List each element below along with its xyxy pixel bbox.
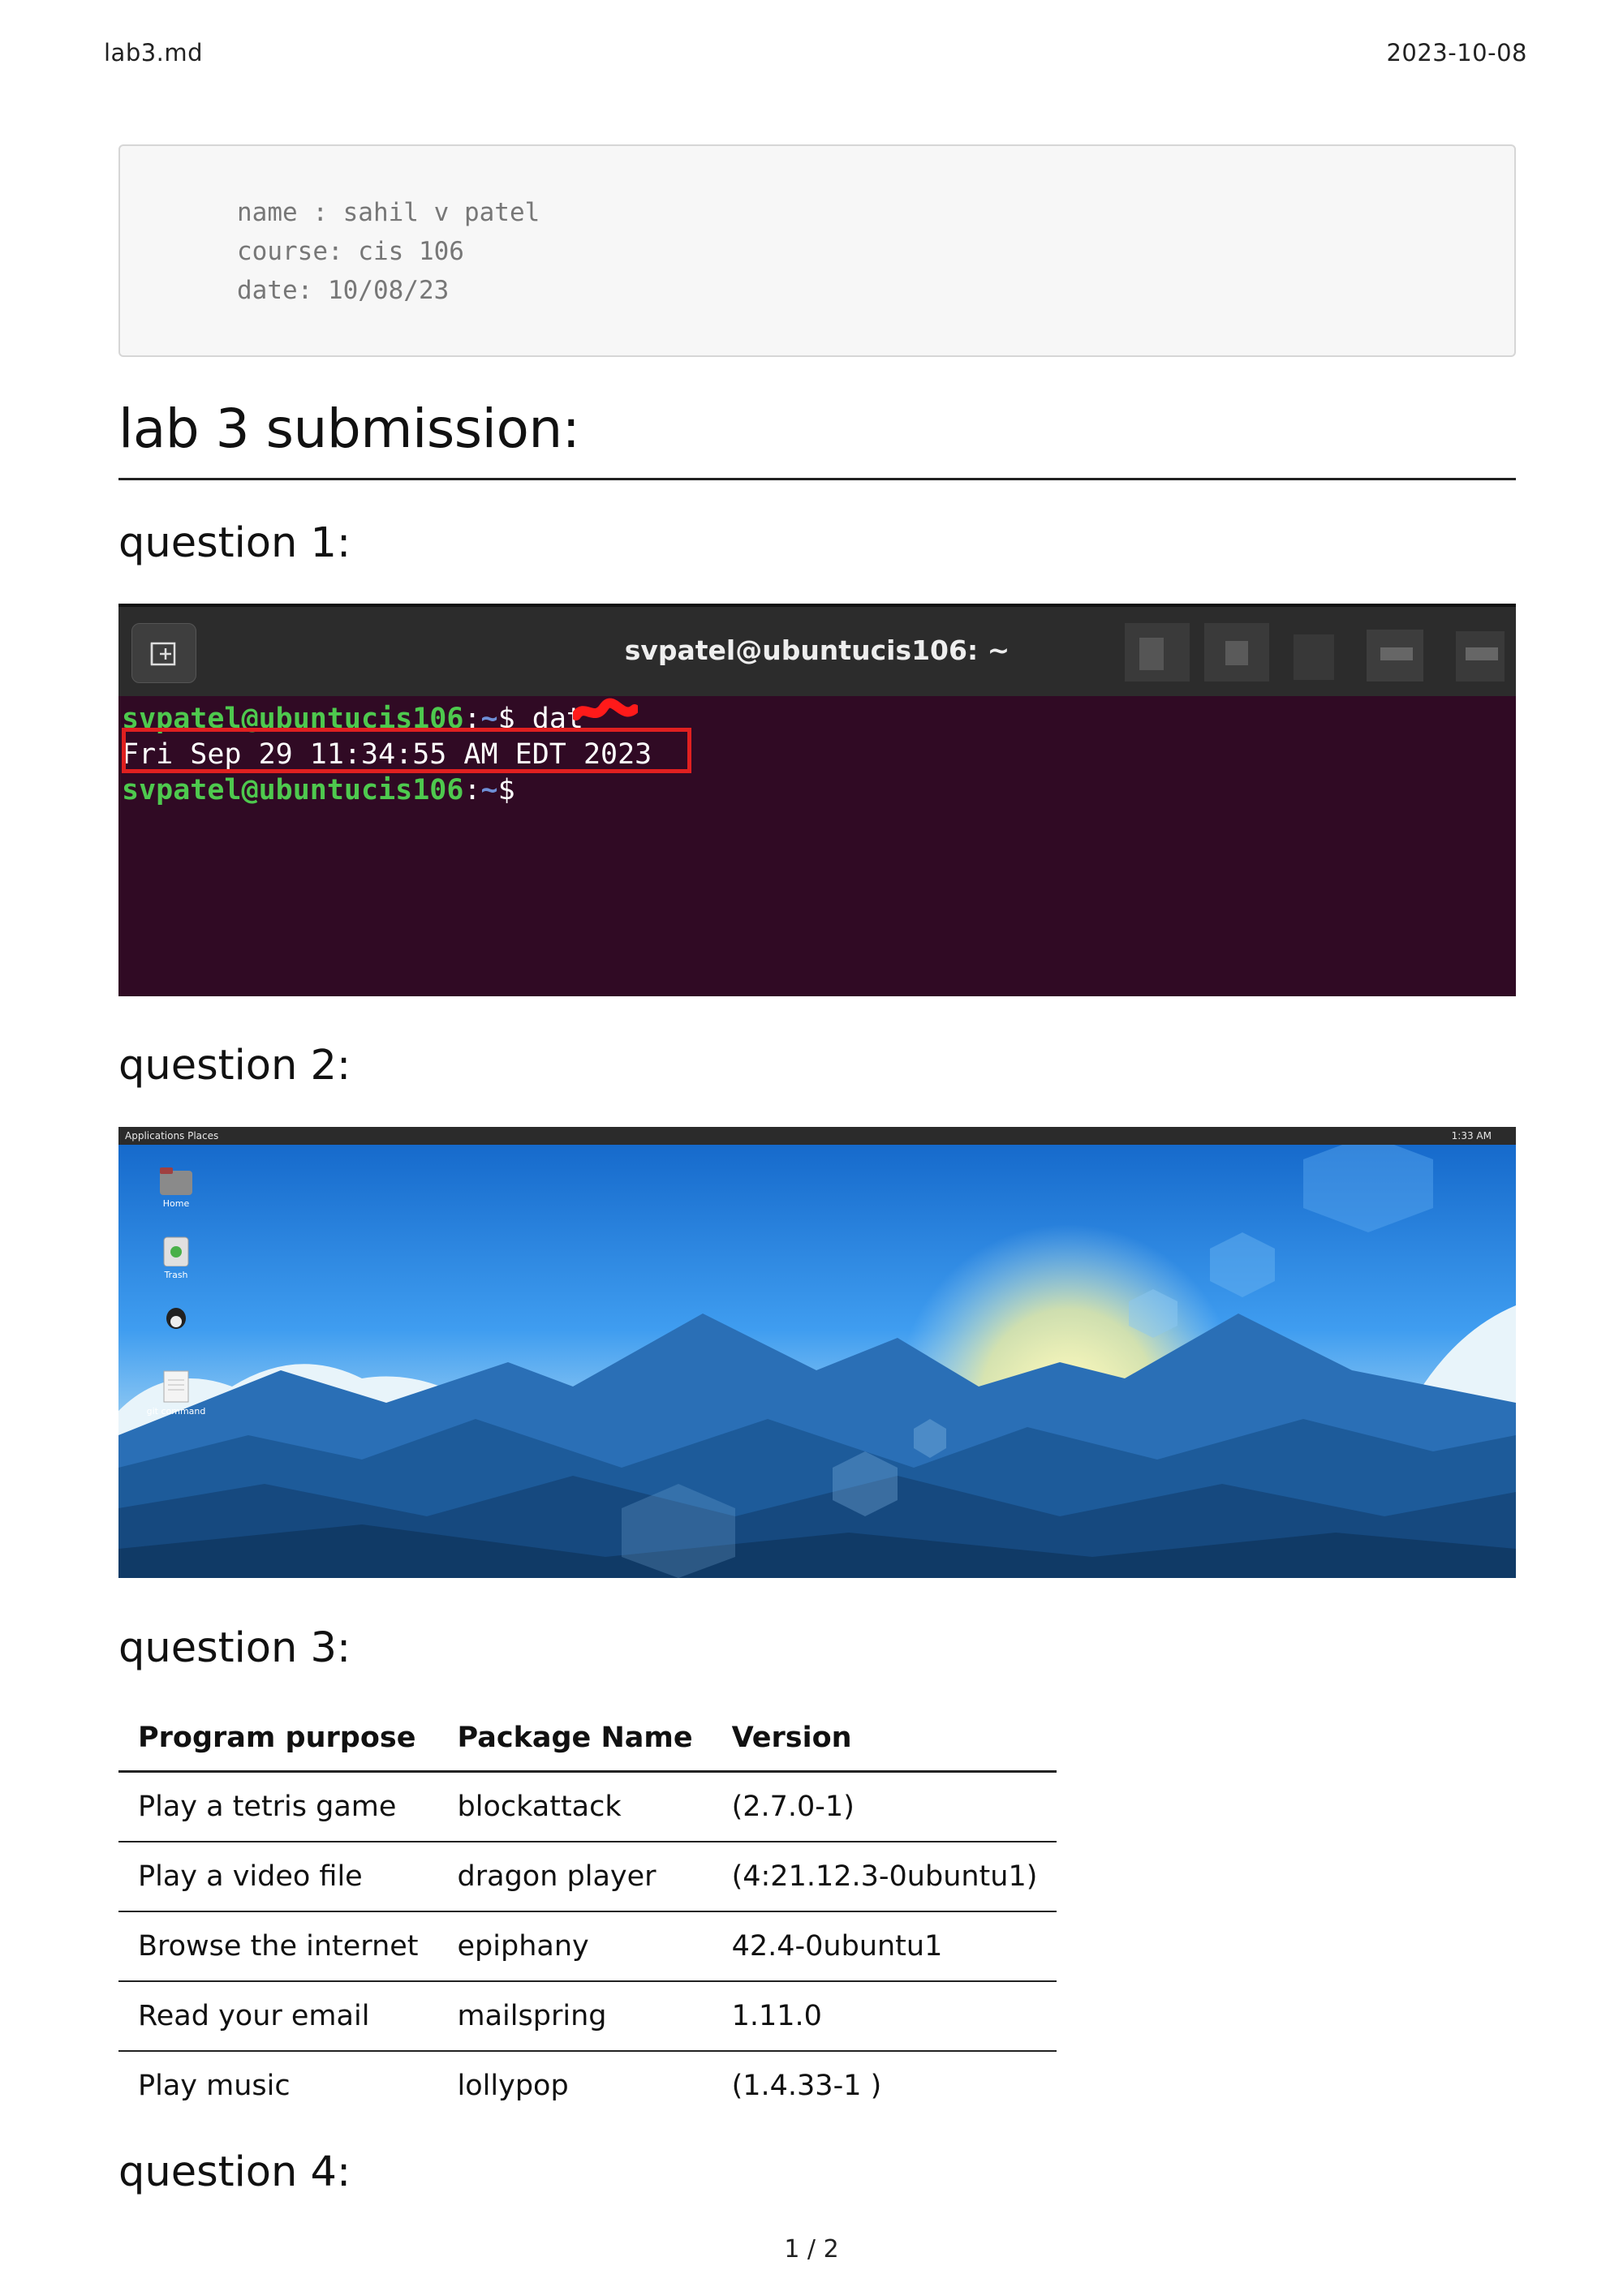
pixelated-window-controls-icon xyxy=(1125,623,1505,681)
prompt-dir-2: ~ xyxy=(480,774,498,806)
question-2-heading: question 2: xyxy=(118,1042,351,1090)
code-line-name: name : sahil v patel xyxy=(237,198,540,227)
trash-icon xyxy=(163,1236,189,1266)
code-block: name : sahil v patel course: cis 106 dat… xyxy=(118,144,1516,357)
table-cell: 42.4-0ubuntu1 xyxy=(712,1911,1057,1982)
prompt-sep-2: : xyxy=(463,774,481,806)
table-cell: 1.11.0 xyxy=(712,1981,1057,2052)
terminal-screenshot: svpatel@ubuntucis106: ~ svpatel@ubuntuci… xyxy=(118,604,1516,996)
code-line-course: course: cis 106 xyxy=(237,237,464,266)
prompt-dollar-2: $ xyxy=(497,774,515,806)
desktop-icon-label: git command xyxy=(146,1406,206,1417)
table-cell: Play a tetris game xyxy=(118,1771,438,1842)
desktop-icon-label: Home xyxy=(162,1198,190,1209)
table-cell: Play music xyxy=(138,2070,291,2102)
table-header-cell: Package Name xyxy=(437,1705,712,1773)
table-row: Play a tetris game blockattack (2.7.0-1) xyxy=(118,1771,1057,1842)
highlight-box xyxy=(122,728,691,773)
red-scribble-icon xyxy=(573,698,638,720)
table-row: Browse the internet epiphany 42.4-0ubunt… xyxy=(118,1911,1057,1982)
table-header-cell: Program purpose xyxy=(118,1705,438,1773)
table-cell: lollypop xyxy=(457,2070,569,2102)
tux-icon xyxy=(166,1308,186,1329)
terminal-titlebar: svpatel@ubuntucis106: ~ xyxy=(118,604,1516,696)
home-folder-icon xyxy=(160,1167,192,1195)
table-cell: Read your email xyxy=(118,1981,438,2052)
code-line-date: date: 10/08/23 xyxy=(237,276,450,305)
prompt-user-2: svpatel@ubuntucis106 xyxy=(122,774,464,806)
desktop-screenshot: Applications Places 1:33 AM Home Trash g… xyxy=(118,1127,1516,1578)
table-row: Play a video file dragon player (4:21.12… xyxy=(118,1842,1057,1912)
table-row: Read your email mailspring 1.11.0 xyxy=(118,1981,1057,2052)
table-cell: (2.7.0-1) xyxy=(712,1771,1057,1842)
table-header-row: Program purpose Package Name Version xyxy=(118,1705,1057,1773)
question-1-heading: question 1: xyxy=(118,519,351,567)
desktop-icon-git-command[interactable]: git command xyxy=(140,1370,213,1417)
table-cell: blockattack xyxy=(437,1771,712,1842)
top-panel: Applications Places 1:33 AM xyxy=(118,1127,1516,1145)
filename-label: lab3.md xyxy=(104,39,204,67)
date-label: 2023-10-08 xyxy=(1386,39,1527,67)
table-cell: (1.4.33-1 ) xyxy=(731,2070,882,2102)
packages-table: Program purpose Package Name Version Pla… xyxy=(118,1705,1057,2120)
table-header-cell: Version xyxy=(712,1705,1057,1773)
table-cell: (4:21.12.3-0ubuntu1) xyxy=(712,1842,1057,1912)
question-3-heading: question 3: xyxy=(118,1624,351,1672)
page-title: lab 3 submission: xyxy=(118,398,1516,480)
table-cell: epiphany xyxy=(437,1911,712,1982)
table-cell: Browse the internet xyxy=(118,1911,438,1982)
table-cell: Play a video file xyxy=(118,1842,438,1912)
text-file-icon xyxy=(163,1370,189,1403)
panel-clock[interactable]: 1:33 AM xyxy=(1452,1130,1492,1142)
page-number: 1 / 2 xyxy=(784,2235,839,2264)
desktop-icon-linux[interactable] xyxy=(140,1305,213,1333)
table-cell: dragon player xyxy=(437,1842,712,1912)
panel-menu[interactable]: Applications Places xyxy=(125,1130,218,1142)
table-cell: mailspring xyxy=(437,1981,712,2052)
desktop-wallpaper xyxy=(118,1127,1516,1578)
desktop-icon-trash[interactable]: Trash xyxy=(140,1234,213,1280)
question-4-heading: question 4: xyxy=(118,2148,351,2196)
table-row: Play music lollypop (1.4.33-1 ) xyxy=(118,2051,1057,2120)
desktop-icon-label: Trash xyxy=(164,1270,188,1280)
desktop-icon-home[interactable]: Home xyxy=(140,1167,213,1209)
